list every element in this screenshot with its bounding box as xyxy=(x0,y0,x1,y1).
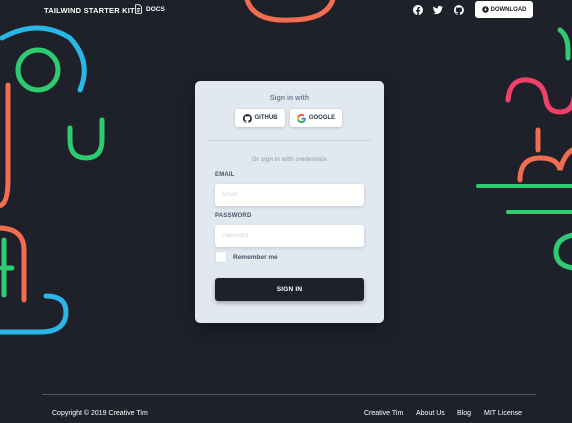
facebook-icon xyxy=(412,4,423,15)
google-signin-button[interactable]: GOOGLE xyxy=(290,109,342,127)
remember-me-row: Remember me xyxy=(216,252,278,262)
decor-right-green-top xyxy=(557,27,571,61)
docs-link[interactable]: DOCS xyxy=(134,4,165,14)
footer-link-mit-license[interactable]: MIT License xyxy=(484,410,522,417)
decor-left-blue-bottom xyxy=(0,293,69,335)
github-signin-button[interactable]: GITHUB xyxy=(235,109,285,127)
footer-link-creative-tim[interactable]: Creative Tim xyxy=(364,410,403,417)
footer-link-blog[interactable]: Blog xyxy=(457,410,471,417)
sign-in-with-heading: Sign in with xyxy=(269,95,310,102)
decor-left-green-hook xyxy=(67,117,105,161)
card-divider xyxy=(208,140,371,141)
decor-right-pink-wave xyxy=(505,77,572,115)
decor-right-orange-bubble xyxy=(517,147,572,183)
google-icon xyxy=(296,113,306,123)
download-label: DOWNLOAD xyxy=(490,6,527,13)
decor-left-green-ring xyxy=(15,47,61,93)
google-button-label: GOOGLE xyxy=(308,115,336,121)
footer-link-about-us[interactable]: About Us xyxy=(416,410,445,417)
decor-left-orange-line xyxy=(0,82,11,209)
decor-right-green-arc xyxy=(553,232,572,271)
facebook-link[interactable] xyxy=(412,4,423,15)
footer-divider xyxy=(42,394,536,395)
email-input[interactable] xyxy=(215,184,364,206)
password-label: PASSWORD xyxy=(215,213,252,219)
remember-me-label[interactable]: Remember me xyxy=(233,254,278,261)
github-icon xyxy=(453,4,464,15)
github-icon xyxy=(242,113,252,123)
sign-in-button[interactable]: SIGN IN xyxy=(215,278,364,301)
github-button-label: GITHUB xyxy=(254,115,278,121)
document-icon xyxy=(135,4,142,14)
top-navbar: TAILWIND STARTER KIT DOCS DOWNLOAD xyxy=(0,0,572,20)
credentials-subtitle: Or sign in with credentials xyxy=(251,157,327,163)
github-link[interactable] xyxy=(453,4,464,15)
login-card: Sign in with GITHUB GOOGLE Or sign in wi… xyxy=(195,81,384,323)
password-input[interactable] xyxy=(215,225,364,247)
remember-me-checkbox[interactable] xyxy=(216,252,226,262)
docs-label: DOCS xyxy=(146,5,165,13)
download-icon xyxy=(481,6,489,13)
twitter-icon xyxy=(432,5,443,14)
email-label: EMAIL xyxy=(215,172,235,178)
footer-links: Creative Tim About Us Blog MIT License xyxy=(0,410,572,420)
brand-link[interactable]: TAILWIND STARTER KIT xyxy=(44,6,135,15)
download-button[interactable]: DOWNLOAD xyxy=(475,1,533,18)
twitter-link[interactable] xyxy=(432,4,443,15)
decor-left-blue-arc xyxy=(0,25,87,93)
